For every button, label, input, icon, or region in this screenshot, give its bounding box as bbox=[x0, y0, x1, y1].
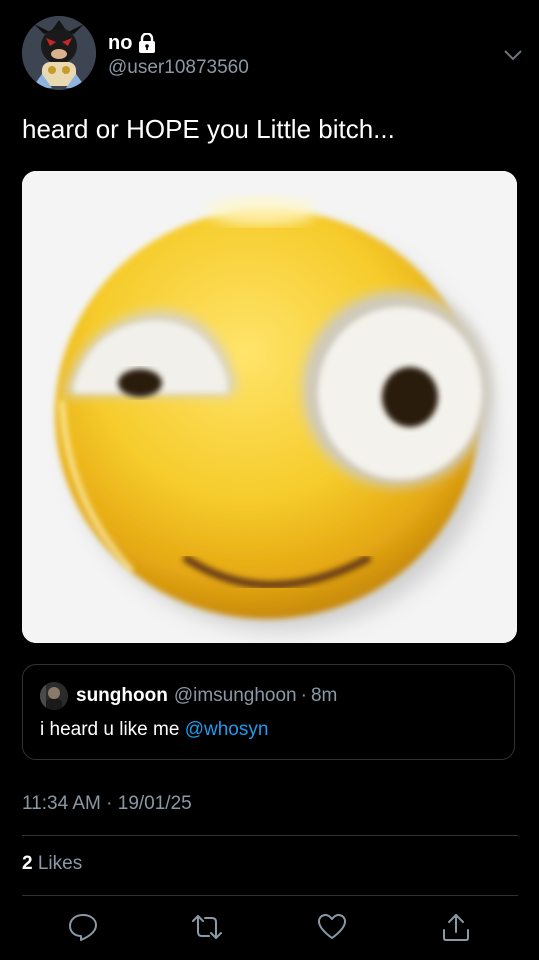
author-handle[interactable]: @user10873560 bbox=[108, 57, 249, 79]
quoted-author-avatar[interactable] bbox=[40, 682, 68, 710]
chevron-down-icon[interactable] bbox=[502, 44, 524, 66]
heart-icon[interactable] bbox=[317, 912, 347, 942]
quoted-tweet-header: sunghoon @imsunghoon · 8m bbox=[40, 682, 337, 710]
tweet-media-image[interactable] bbox=[22, 171, 517, 643]
likes-count: 2 bbox=[22, 853, 33, 874]
tweet-action-bar bbox=[0, 912, 539, 944]
retweet-icon[interactable] bbox=[192, 912, 222, 942]
tweet-header: no @user10873560 bbox=[22, 16, 522, 92]
divider bbox=[22, 895, 518, 896]
quoted-separator: · bbox=[300, 685, 307, 706]
author-avatar[interactable] bbox=[22, 16, 96, 90]
reply-icon[interactable] bbox=[68, 912, 98, 942]
divider bbox=[22, 835, 518, 836]
quoted-text: i heard u like me bbox=[40, 719, 185, 740]
display-name[interactable]: no bbox=[108, 32, 132, 55]
quoted-tweet[interactable]: sunghoon @imsunghoon · 8m i heard u like… bbox=[22, 664, 515, 760]
tweet-date[interactable]: 19/01/25 bbox=[118, 793, 192, 814]
quoted-tweet-text: i heard u like me @whosyn bbox=[40, 719, 268, 741]
share-icon[interactable] bbox=[441, 912, 471, 942]
quoted-time: 8m bbox=[310, 685, 338, 706]
timestamp-separator: · bbox=[106, 793, 113, 814]
tweet-text: heard or HOPE you Little bitch... bbox=[22, 114, 395, 144]
tweet-timestamp: 11:34 AM · 19/01/25 bbox=[22, 793, 192, 815]
mention-link[interactable]: @whosyn bbox=[185, 719, 269, 740]
likes-summary[interactable]: 2 Likes bbox=[22, 853, 82, 875]
quoted-author-name[interactable]: sunghoon bbox=[76, 685, 168, 707]
display-name-row: no bbox=[108, 30, 156, 56]
quoted-author-handle[interactable]: @imsunghoon bbox=[174, 685, 297, 707]
likes-label: Likes bbox=[37, 853, 83, 874]
lock-icon bbox=[138, 32, 156, 53]
tweet-time[interactable]: 11:34 AM bbox=[22, 793, 101, 814]
